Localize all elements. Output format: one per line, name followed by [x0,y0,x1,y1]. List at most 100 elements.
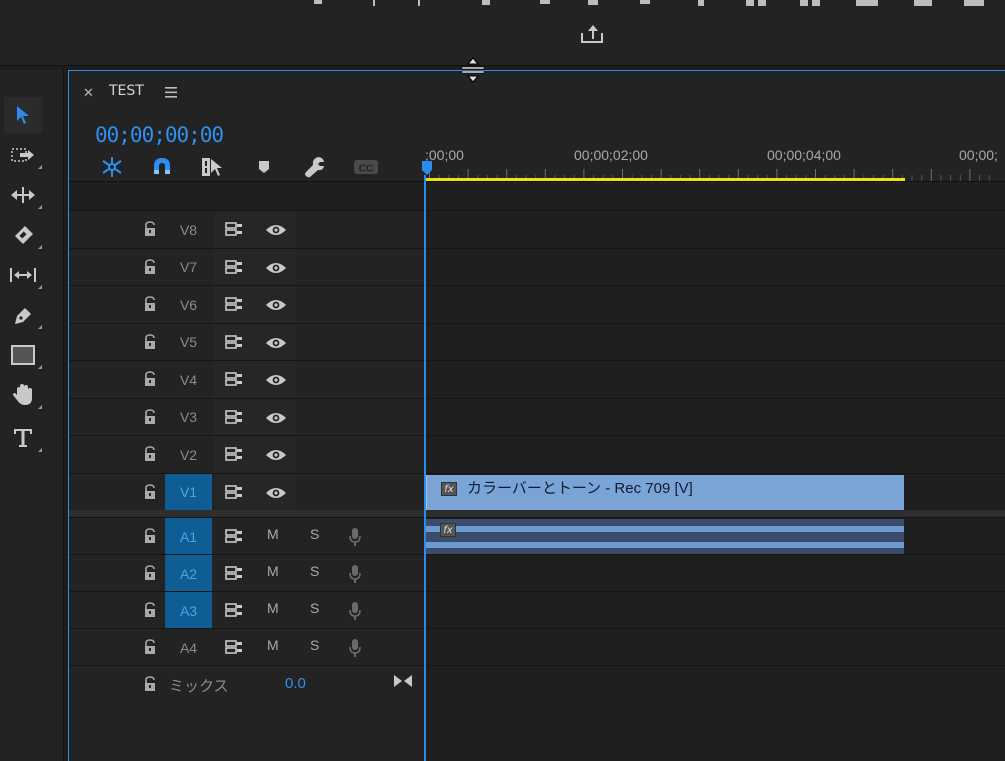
selection-tool[interactable] [4,97,42,133]
video-track-lane[interactable] [425,436,1005,473]
lock-icon[interactable] [143,333,157,350]
lock-icon[interactable] [143,528,157,544]
solo-button[interactable]: S [310,637,319,653]
sequence-tab-title[interactable]: TEST [109,83,144,99]
video-track-lane[interactable]: fx カラーバーとトーン - Rec 709 [V] [425,473,1005,511]
video-track-header[interactable]: V7 [69,248,424,286]
captions-button[interactable]: CC [353,155,379,179]
track-target-toggle[interactable]: V2 [165,436,212,473]
sync-lock-icon[interactable] [224,296,244,312]
video-track-header[interactable]: V6 [69,286,424,323]
solo-button[interactable]: S [310,526,319,542]
lock-icon[interactable] [143,371,157,387]
track-target-toggle[interactable]: A1 [165,518,212,555]
lock-icon[interactable] [143,446,157,462]
snap-button[interactable] [150,155,174,179]
eye-icon[interactable] [265,261,287,275]
video-track-header[interactable]: V1 [69,473,424,511]
channel-link-icon[interactable] [393,673,413,689]
track-target-toggle[interactable]: V6 [165,286,212,323]
mute-button[interactable]: M [267,600,279,616]
export-frame-icon[interactable] [579,22,605,44]
audio-clip[interactable]: fx [426,519,904,554]
solo-button[interactable]: S [310,563,319,579]
mute-button[interactable]: M [267,637,279,653]
track-target-toggle[interactable]: V7 [165,249,212,286]
microphone-icon[interactable] [348,527,362,547]
timeline-settings-button[interactable] [303,155,327,179]
track-target-toggle[interactable]: V5 [165,324,212,361]
add-marker-button[interactable] [252,155,276,179]
mute-button[interactable]: M [267,526,279,542]
video-track-header[interactable]: V5 [69,323,424,361]
video-track-lane[interactable] [425,398,1005,436]
lock-icon[interactable] [143,483,157,500]
eye-icon[interactable] [265,373,287,387]
lock-icon[interactable] [143,676,157,692]
video-track-lane[interactable] [425,211,1005,248]
video-clip[interactable]: fx カラーバーとトーン - Rec 709 [V] [426,474,904,510]
track-target-toggle[interactable]: A4 [165,629,212,666]
sync-lock-icon[interactable] [224,409,244,425]
type-tool[interactable] [4,420,42,456]
audio-track-lane[interactable] [425,592,1005,629]
audio-track-header[interactable]: A3 M S [69,592,424,629]
linked-selection-button[interactable] [200,155,224,179]
sync-lock-icon[interactable] [224,221,244,237]
video-track-header[interactable]: V8 [69,211,424,248]
pen-tool[interactable] [4,297,42,333]
sync-lock-icon[interactable] [224,446,244,462]
slip-tool[interactable] [4,257,42,293]
sync-lock-icon[interactable] [224,484,244,500]
lock-icon[interactable] [143,602,157,618]
time-ruler[interactable]: ;00;00 00;00;02;00 00;00;04;00 00;00; [425,133,1005,181]
audio-track-lane[interactable]: fx [425,518,1005,555]
lock-icon[interactable] [143,639,157,655]
video-track-lane[interactable] [425,323,1005,361]
ripple-edit-tool[interactable] [4,177,42,213]
video-track-lane[interactable] [425,248,1005,286]
eye-icon[interactable] [265,336,287,350]
playhead-line[interactable] [424,175,426,761]
transport-controls-row[interactable] [300,0,1000,12]
eye-icon[interactable] [265,486,287,500]
audio-track-header[interactable]: A1 M S [69,518,424,555]
eye-icon[interactable] [265,298,287,312]
sync-lock-icon[interactable] [224,602,244,618]
hand-tool[interactable] [4,377,42,413]
sync-lock-icon[interactable] [224,259,244,275]
audio-track-header[interactable]: A2 M S [69,555,424,592]
lock-icon[interactable] [143,408,157,425]
sync-lock-icon[interactable] [224,639,244,655]
track-select-forward-tool[interactable] [4,137,42,173]
eye-icon[interactable] [265,223,287,237]
nest-toggle-button[interactable] [100,155,124,179]
microphone-icon[interactable] [348,564,362,584]
lock-icon[interactable] [143,296,157,312]
audio-track-lane[interactable] [425,555,1005,592]
razor-tool[interactable] [4,217,42,253]
eye-icon[interactable] [265,411,287,425]
track-target-toggle[interactable]: V1 [165,473,212,511]
video-track-header[interactable]: V3 [69,398,424,436]
rectangle-tool[interactable] [4,337,42,373]
mix-track-lane[interactable] [425,666,1005,703]
panel-resize-handle-icon[interactable] [460,57,486,83]
sync-lock-icon[interactable] [224,565,244,581]
sync-lock-icon[interactable] [224,371,244,387]
track-target-toggle[interactable]: V4 [165,361,212,398]
fx-badge[interactable]: fx [441,481,457,496]
lock-icon[interactable] [143,221,157,237]
eye-icon[interactable] [265,448,287,462]
audio-track-lane[interactable] [425,629,1005,666]
audio-track-header[interactable]: A4 M S [69,629,424,666]
track-target-toggle[interactable]: A3 [165,592,212,629]
video-track-header[interactable]: V4 [69,361,424,398]
track-target-toggle[interactable]: V3 [165,399,212,436]
sync-lock-icon[interactable] [224,334,244,350]
video-track-header[interactable]: V2 [69,436,424,473]
mix-volume-value[interactable]: 0.0 [285,675,306,692]
sync-lock-icon[interactable] [224,528,244,544]
playhead-handle[interactable] [422,161,432,175]
video-track-lane[interactable] [425,361,1005,398]
